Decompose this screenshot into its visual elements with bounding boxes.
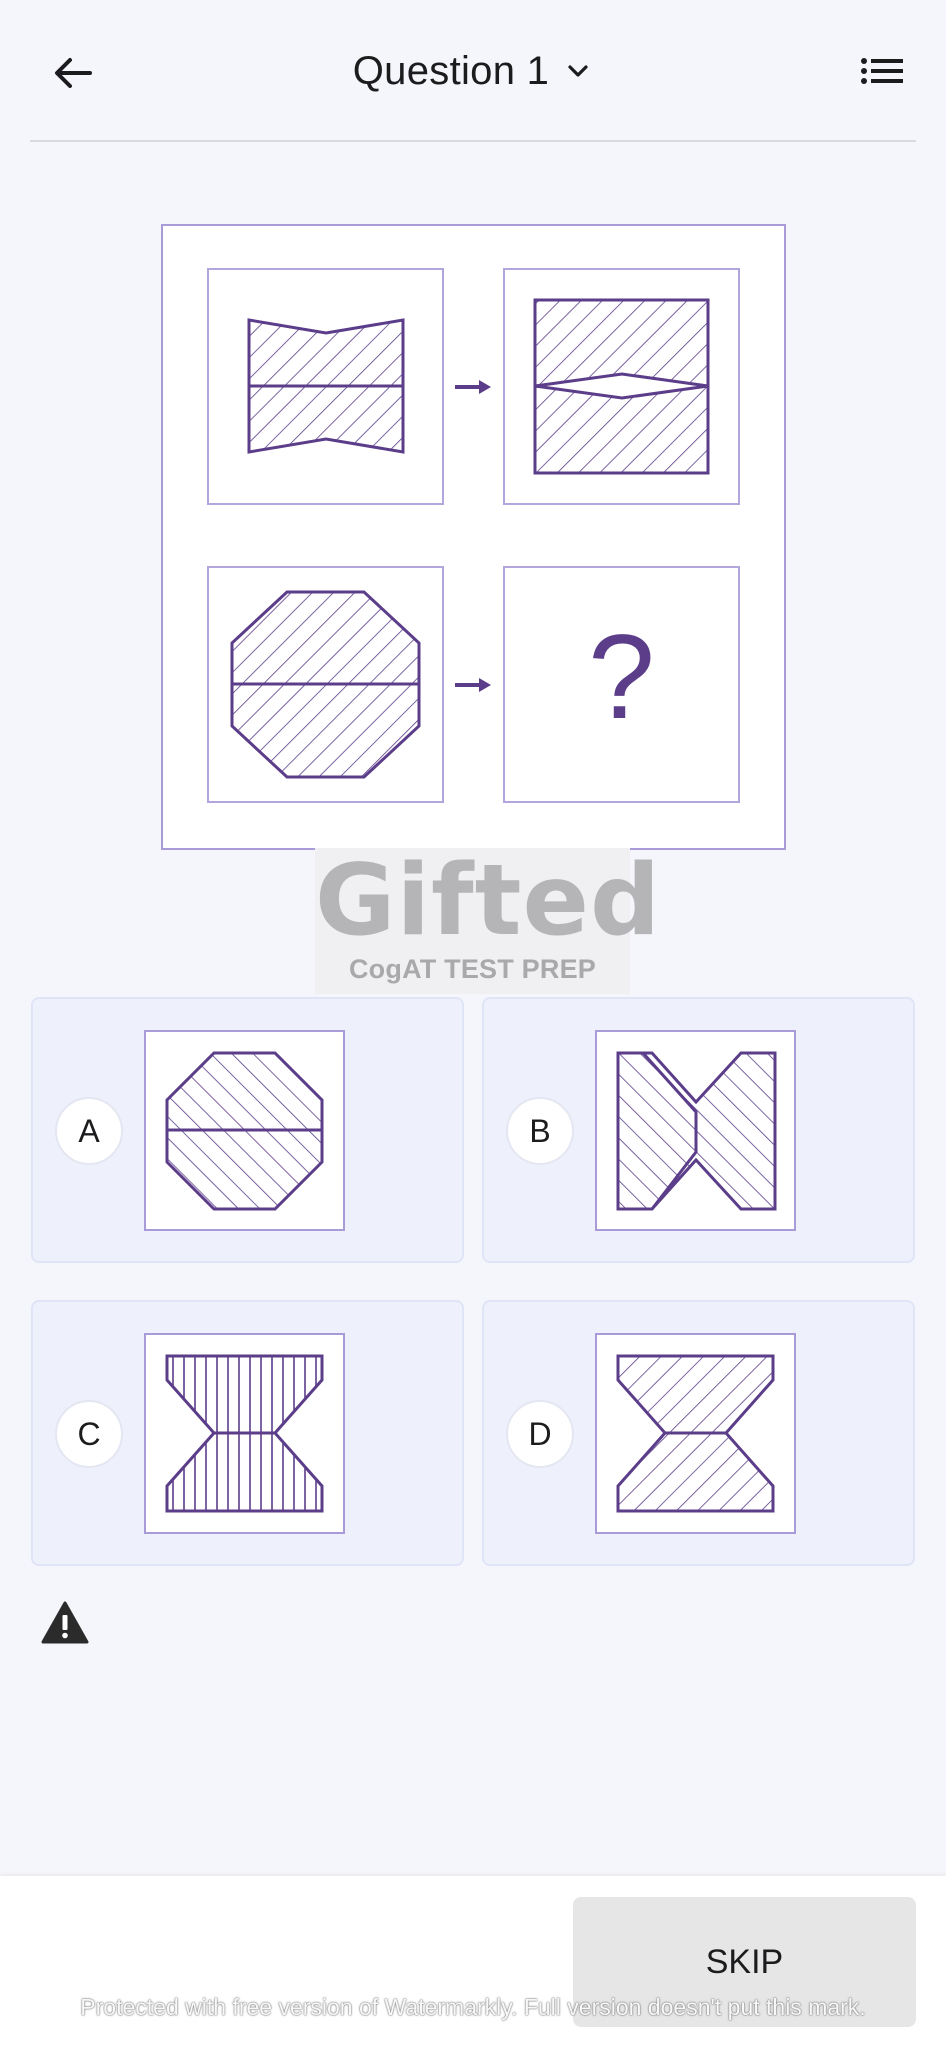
option-d-image	[595, 1333, 796, 1534]
question-figure: ?	[161, 224, 786, 850]
option-b-image	[595, 1030, 796, 1231]
arrow-icon	[455, 380, 491, 394]
arrow-icon	[455, 678, 491, 692]
watermark-notice: Protected with free version of Watermark…	[80, 1994, 866, 2020]
logo-main-text: Gifted	[315, 844, 662, 958]
option-letter: D	[506, 1400, 574, 1468]
question-mark: ?	[588, 610, 655, 744]
question-selector[interactable]: Question 1	[300, 36, 646, 106]
example-input-cell	[207, 268, 444, 505]
list-icon	[861, 58, 903, 84]
option-a[interactable]: A	[31, 997, 464, 1263]
app-header: Question 1	[0, 0, 946, 142]
header-divider	[30, 140, 916, 142]
answer-placeholder-cell: ?	[503, 566, 740, 803]
question-screen: Question 1 ? Gifted CogAT TEST PREP A B …	[0, 0, 946, 2048]
question-list-button[interactable]	[850, 40, 916, 106]
chevron-down-icon	[568, 65, 588, 77]
option-letter: B	[506, 1097, 574, 1165]
option-letter: A	[55, 1097, 123, 1165]
page-title: Question 1	[352, 48, 550, 93]
option-d[interactable]: D	[482, 1300, 915, 1566]
gifted-logo: Gifted CogAT TEST PREP	[315, 844, 660, 994]
question-input-cell	[207, 566, 444, 803]
arrow-left-icon	[55, 58, 92, 88]
option-a-image	[144, 1030, 345, 1231]
example-output-cell	[503, 268, 740, 505]
example-input-shape	[247, 318, 405, 454]
option-c-image	[144, 1333, 345, 1534]
back-button[interactable]	[40, 40, 106, 106]
option-b[interactable]: B	[482, 997, 915, 1263]
warning-icon	[41, 1601, 89, 1644]
report-button[interactable]	[40, 1600, 90, 1646]
option-c[interactable]: C	[31, 1300, 464, 1566]
logo-sub-text: CogAT TEST PREP	[348, 954, 596, 984]
question-input-shape	[230, 590, 421, 779]
example-output-shape	[533, 298, 710, 475]
option-letter: C	[55, 1400, 123, 1468]
